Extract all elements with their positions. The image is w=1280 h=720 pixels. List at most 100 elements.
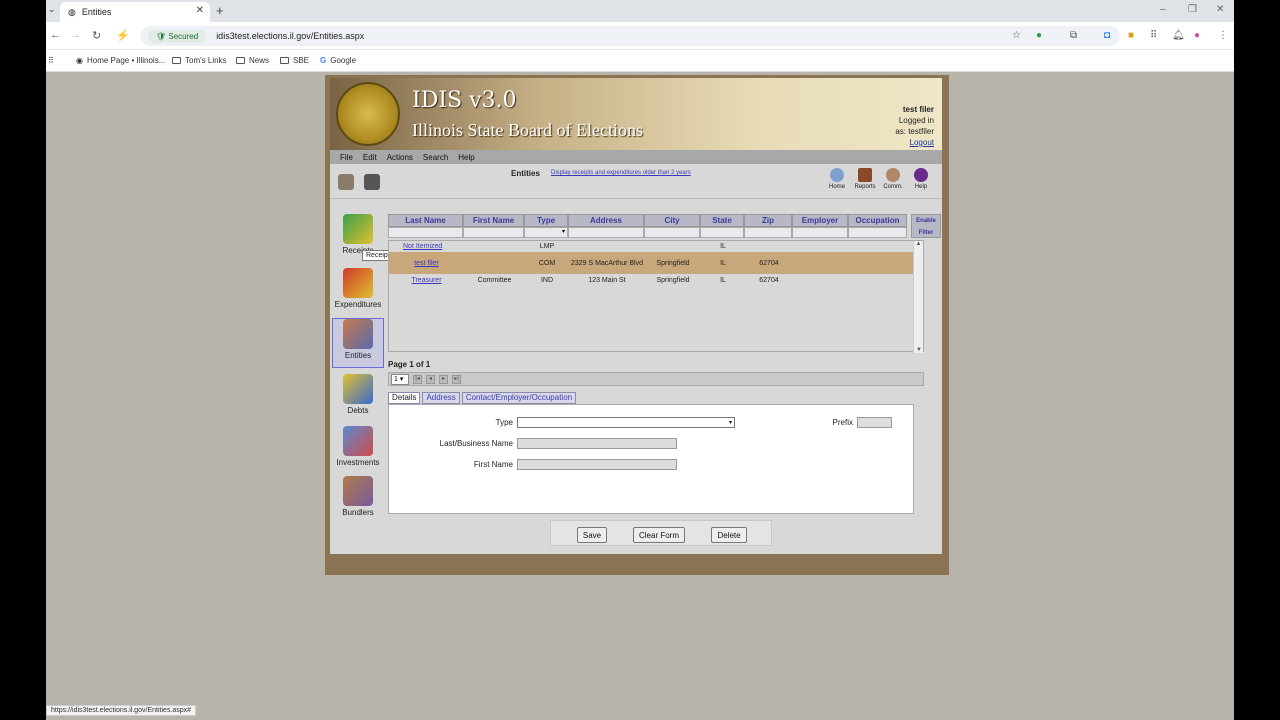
menu-edit[interactable]: Edit <box>363 153 377 162</box>
side-item-entities[interactable]: Entities <box>332 318 384 368</box>
folder-ext-icon[interactable]: ■ <box>1128 30 1134 41</box>
apps-grid-icon[interactable]: ⠿ <box>48 56 54 65</box>
side-item-expenditures[interactable]: Expenditures <box>332 268 384 318</box>
scroll-down-icon[interactable]: ▼ <box>914 347 924 353</box>
profile-icon[interactable]: ● <box>1194 30 1200 41</box>
side-item-investments[interactable]: Investments <box>332 426 384 476</box>
browser-tab[interactable]: ◍ Entities ✕ <box>60 2 210 22</box>
clear-form-button[interactable]: Clear Form <box>633 527 685 543</box>
entity-link[interactable]: test filer <box>414 260 439 267</box>
close-window-icon[interactable]: ✕ <box>1216 4 1224 15</box>
star-icon[interactable]: ☆ <box>1012 30 1021 41</box>
entity-link[interactable]: Treasurer <box>411 277 441 284</box>
first-page-icon[interactable]: |◂ <box>413 375 422 384</box>
bookmark-news[interactable]: News <box>236 56 269 65</box>
filter-city[interactable] <box>644 227 700 238</box>
new-tab-icon[interactable]: + <box>216 3 224 18</box>
url-text[interactable]: idis3test.elections.il.gov/Entities.aspx <box>216 31 364 41</box>
puzzle-icon[interactable]: ⧉ <box>1070 30 1077 41</box>
col-first-name[interactable]: First Name <box>463 214 524 227</box>
type-label: Type <box>495 418 513 427</box>
filter-address[interactable] <box>568 227 644 238</box>
nav-reports[interactable]: Reports <box>854 168 876 190</box>
col-employer[interactable]: Employer <box>792 214 848 227</box>
next-page-icon[interactable]: ▸ <box>439 375 448 384</box>
filter-last-name[interactable] <box>388 227 463 238</box>
folder-icon <box>280 57 289 64</box>
col-occupation[interactable]: Occupation <box>848 214 907 227</box>
tab-address[interactable]: Address <box>422 392 460 404</box>
col-zip[interactable]: Zip <box>744 214 792 227</box>
col-city[interactable]: City <box>644 214 700 227</box>
extension-icon[interactable]: ● <box>1036 30 1042 41</box>
idis-app-frame: IDIS v3.0 Illinois State Board of Electi… <box>325 75 949 575</box>
filter-state[interactable] <box>700 227 744 238</box>
folder-icon <box>172 57 181 64</box>
reload-icon[interactable]: ↻ <box>92 29 101 42</box>
bookmark-toms-links[interactable]: Tom's Links <box>172 56 227 65</box>
save-button[interactable]: Save <box>577 527 607 543</box>
col-address[interactable]: Address <box>568 214 644 227</box>
bookmark-sbe[interactable]: SBE <box>280 56 309 65</box>
side-item-receipts[interactable]: Receipts Receipts <box>332 214 398 264</box>
import-icon[interactable] <box>364 174 380 190</box>
older-records-link[interactable]: Display receipts and expenditures older … <box>551 170 691 176</box>
menu-file[interactable]: File <box>340 153 353 162</box>
cell-state: IL <box>720 259 726 267</box>
filter-occupation[interactable] <box>848 227 907 238</box>
table-row[interactable]: Not Itemized LMP IL <box>389 241 913 251</box>
col-last-name[interactable]: Last Name <box>388 214 463 227</box>
delete-button[interactable]: Delete <box>711 527 747 543</box>
col-type[interactable]: Type <box>524 214 568 227</box>
table-row-selected[interactable]: test filer COM 2329 S MacArthur Blvd Spr… <box>389 252 913 274</box>
enable-filter-link[interactable]: Enable Filter <box>911 214 941 238</box>
forward-icon[interactable]: → <box>70 29 81 41</box>
camera-icon[interactable]: ◘ <box>1104 30 1110 41</box>
close-tab-icon[interactable]: ✕ <box>196 5 204 16</box>
bell-icon[interactable]: 🔔︎ <box>1172 30 1185 41</box>
nav-home[interactable]: Home <box>826 168 848 190</box>
filter-zip[interactable] <box>744 227 792 238</box>
menu-search[interactable]: Search <box>423 153 448 162</box>
secured-badge[interactable]: 🛡 Secured <box>148 29 207 43</box>
page-select[interactable]: 1 ▾ <box>391 374 409 385</box>
side-item-bundlers[interactable]: Bundlers <box>332 476 384 526</box>
menu-actions[interactable]: Actions <box>387 153 413 162</box>
prefix-field[interactable] <box>857 417 892 428</box>
tools-icon[interactable] <box>338 174 354 190</box>
bookmark-home[interactable]: ◉ Home Page • Illinois... <box>76 56 165 65</box>
tab-details[interactable]: Details <box>388 392 421 404</box>
nav-committee[interactable]: Comm. <box>882 168 904 190</box>
filter-employer[interactable] <box>792 227 848 238</box>
col-state[interactable]: State <box>700 214 744 227</box>
menu-help[interactable]: Help <box>458 153 474 162</box>
first-name-field[interactable] <box>517 459 677 470</box>
side-item-debts[interactable]: Debts <box>332 374 384 424</box>
page-title: Entities <box>511 169 540 178</box>
apps-icon[interactable]: ⠿ <box>1150 30 1157 41</box>
tab-contact[interactable]: Contact/Employer/Occupation <box>461 392 577 404</box>
restore-icon[interactable]: ❐ <box>1188 4 1197 15</box>
logout-link[interactable]: Logout <box>895 137 934 148</box>
filter-type-select[interactable]: ▾ <box>524 227 568 238</box>
nav-help[interactable]: Help <box>910 168 932 190</box>
table-row[interactable]: Treasurer Committee IND 123 Main St Spri… <box>389 275 913 285</box>
more-icon[interactable]: ⋮ <box>1218 30 1228 41</box>
last-page-icon[interactable]: ▸| <box>452 375 461 384</box>
bolt-icon[interactable]: ⚡ <box>116 29 130 42</box>
prev-page-icon[interactable]: ◂ <box>426 375 435 384</box>
minimize-icon[interactable]: – <box>1160 4 1166 15</box>
address-bar: ← → ↻ ⚡ 🛡 Secured idis3test.elections.il… <box>46 22 1234 50</box>
first-name-label: First Name <box>473 460 513 469</box>
filter-first-name[interactable] <box>463 227 524 238</box>
type-select[interactable]: ▾ <box>517 417 735 428</box>
tab-search-icon[interactable]: ⌄ <box>48 4 56 15</box>
bookmark-google[interactable]: G Google <box>320 56 356 65</box>
divider <box>330 198 942 199</box>
omnibox[interactable]: 🛡 Secured idis3test.elections.il.gov/Ent… <box>140 26 1120 46</box>
entity-link[interactable]: Not Itemized <box>403 243 442 250</box>
grid-scrollbar[interactable]: ▲ ▼ <box>913 241 923 353</box>
folder-icon <box>236 57 245 64</box>
back-icon[interactable]: ← <box>50 29 61 41</box>
last-name-field[interactable] <box>517 438 677 449</box>
